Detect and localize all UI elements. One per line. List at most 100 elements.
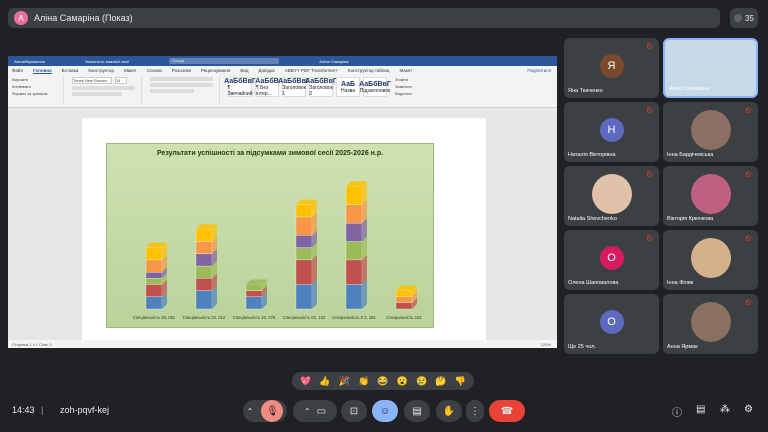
reaction-emoji[interactable]: 👎 [455, 376, 466, 387]
clipboard-item[interactable]: Формат за зразком [12, 91, 57, 96]
host-controls-icon[interactable]: ⚙ [744, 404, 753, 415]
word-menu-item[interactable]: Вставка [62, 68, 79, 73]
participants-count-button[interactable]: 35 [730, 8, 758, 28]
reaction-emoji[interactable]: 🎉 [339, 376, 350, 387]
bar-side [312, 279, 317, 309]
word-menu: Файл Головна Вставка Конструктор Макет Ссилки… [8, 66, 557, 75]
participant-name: Олена Шаповалова [568, 280, 619, 286]
reaction-emoji[interactable]: 💖 [300, 376, 311, 387]
bottom-bar: 14:43 | zoh-pqvf-kej ⌃ 🎙 ⌃ ▭ ⊡ ☺ ▤ ✋ ⋮ ☎… [0, 396, 768, 426]
participant-tile[interactable]: Н Наталія Вікторівна 🚫 [564, 102, 659, 162]
participant-tile[interactable]: Вікторія Крючкова 🚫 [663, 166, 758, 226]
presenter-name: Аліна Самаріна (Показ) [34, 13, 133, 23]
reaction-emoji[interactable]: 😢 [416, 376, 427, 387]
chat-icon[interactable]: ▤ [696, 404, 705, 415]
participant-tile[interactable]: Інна Філик 🚫 [663, 230, 758, 290]
font-size[interactable]: 14 [115, 77, 127, 84]
word-status-bar: Сторінка 1 з 1 Слів: 0 120% [8, 340, 557, 348]
word-user: Аліна Самаріна [319, 58, 349, 64]
style-sample: АаБбВвГ [305, 77, 337, 85]
participant-tile[interactable]: Я Яна Ткаченко 🚫 [564, 38, 659, 98]
raise-hand-button[interactable]: ✋ [436, 400, 462, 422]
participant-avatar: Н [599, 118, 624, 142]
reactions-button[interactable]: ☺ [372, 400, 398, 422]
share-button[interactable]: Поділитися [527, 68, 557, 73]
style-option[interactable]: АаБбВ ¶ Без інтер... [255, 77, 279, 97]
present-button[interactable]: ⊡ [341, 400, 367, 422]
word-menu-item[interactable]: Файл [12, 68, 23, 73]
word-menu-item[interactable]: Довідка [259, 68, 275, 73]
word-menu-item[interactable]: ABBYY PDF Transformer+ [285, 68, 338, 73]
mic-off-icon[interactable]: 🎙 [261, 400, 284, 422]
present-icon: ⊡ [349, 405, 359, 417]
word-search[interactable]: Пошук [169, 58, 280, 64]
captions-icon: ▤ [412, 405, 422, 417]
bar-side [312, 254, 317, 285]
word-menu-item[interactable]: Макет [400, 68, 413, 73]
bar-segment [195, 241, 213, 254]
camera-control[interactable]: ⌃ ▭ [293, 400, 337, 422]
word-menu-item[interactable]: Розсилки [172, 68, 191, 73]
font-name[interactable]: Times New Roman [72, 77, 112, 84]
bar-segment [295, 216, 313, 236]
captions-button[interactable]: ▤ [404, 400, 430, 422]
participant-tile[interactable]: О Ще 25 чол. [564, 294, 659, 354]
bar-segment [345, 222, 363, 242]
participant-avatar [690, 174, 731, 214]
more-options-button[interactable]: ⋮ [466, 400, 484, 422]
word-menu-item[interactable]: Головна [33, 68, 52, 74]
clipboard-item[interactable]: Копіювати [12, 84, 57, 89]
participant-name: Наталія Вікторівна [568, 152, 616, 158]
style-option[interactable]: АаБбВвГ ¶ Звичайний [224, 77, 256, 97]
info-icon[interactable]: ⓘ [672, 404, 682, 419]
participant-avatar: О [599, 246, 624, 270]
participant-tile[interactable]: Анна Ярмак 🚫 [663, 294, 758, 354]
more-vert-icon: ⋮ [470, 405, 480, 417]
word-menu-item[interactable]: Макет [124, 68, 137, 73]
style-option[interactable]: АаБбВвГ Заголовок 1 [278, 77, 310, 97]
participant-tile[interactable]: Аліна Самаріна [663, 38, 758, 98]
category-label: Спеціальність 02, 122 [283, 315, 326, 320]
bar-segment [245, 296, 263, 310]
bar-side [362, 254, 367, 285]
reaction-emoji[interactable]: 😂 [377, 376, 388, 387]
mic-muted-icon: 🚫 [645, 106, 655, 116]
reaction-emoji[interactable]: 🤔 [435, 376, 446, 387]
chevron-up-icon[interactable]: ⌃ [247, 407, 254, 416]
reaction-emoji[interactable]: 😮 [397, 376, 408, 387]
participant-tile[interactable]: Natalia Shevchenko 🚫 [564, 166, 659, 226]
clipboard-item[interactable]: Вирізати [12, 77, 57, 82]
hangup-icon: ☎ [500, 405, 514, 417]
style-sample: АаБбВвГ [224, 77, 256, 85]
word-menu-item[interactable]: Конструктор таблиц [348, 68, 390, 73]
bar-segment [345, 186, 363, 205]
reaction-emoji[interactable]: 👏 [358, 376, 369, 387]
word-menu-item[interactable]: Рецензування [201, 68, 230, 73]
participant-tile[interactable]: О Олена Шаповалова 🚫 [564, 230, 659, 290]
style-sample: АаБбВвГ [359, 80, 391, 88]
mic-control[interactable]: ⌃ 🎙 [243, 400, 287, 422]
word-menu-item[interactable]: Конструктор [88, 68, 114, 73]
category-label: Спеціальність 101 [386, 315, 422, 320]
bar-segment [345, 241, 363, 261]
word-menu-item[interactable]: Ссилки [147, 68, 162, 73]
bar-segment [195, 229, 213, 242]
bar-segment [345, 284, 363, 310]
editing-item[interactable]: Замінити [395, 84, 429, 89]
leave-call-button[interactable]: ☎ [489, 400, 525, 422]
chevron-up-icon[interactable]: ⌃ [304, 407, 311, 416]
word-menu-item[interactable]: Вид [240, 68, 248, 73]
hand-icon: ✋ [442, 405, 456, 417]
document-area: Результати успішності за підсумками зимо… [8, 114, 557, 340]
style-option[interactable]: АаБбВвГ Заголовок 2 [305, 77, 337, 97]
participant-tile[interactable]: Інна Бардічевська 🚫 [663, 102, 758, 162]
style-option[interactable]: АаБбВвГ Підзаголовок [359, 77, 391, 97]
bar-segment [395, 290, 413, 297]
reaction-emoji[interactable]: 👍 [319, 376, 330, 387]
people-icon [734, 14, 743, 22]
mic-muted-icon: 🚫 [744, 106, 754, 116]
activities-icon[interactable]: ⁂ [720, 404, 730, 415]
editing-item[interactable]: Виділити [395, 91, 429, 96]
editing-item[interactable]: Знайти [395, 77, 429, 82]
style-option[interactable]: АаБ Назва [336, 77, 360, 97]
